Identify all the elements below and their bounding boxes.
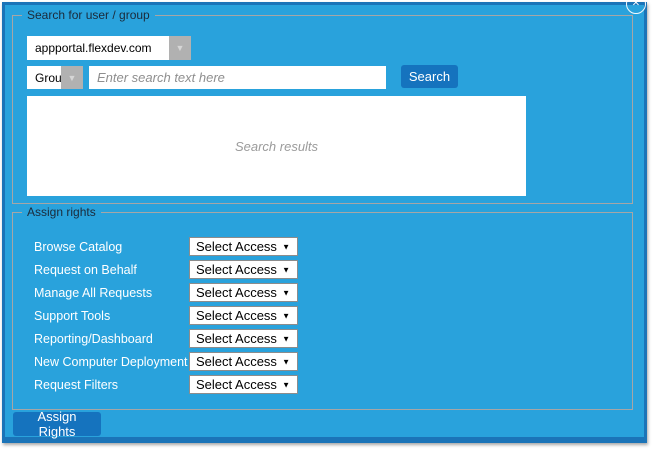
dropdown-arrow-icon: ▼ [282,311,290,320]
search-type-combo-value: Group [27,66,61,89]
rights-row: Browse Catalog Select Access ▼ [13,237,632,256]
chevron-down-icon[interactable]: ▼ [61,66,83,89]
search-group-legend: Search for user / group [22,8,155,22]
access-select-value: Select Access [190,262,277,277]
assign-rights-section: Assign rights Browse Catalog Select Acce… [12,212,633,410]
search-user-group-section: Search for user / group appportal.flexde… [12,15,633,204]
close-button[interactable]: ✕ [626,0,646,14]
access-select-value: Select Access [190,308,277,323]
search-button[interactable]: Search [401,65,458,88]
access-select[interactable]: Select Access ▼ [189,352,298,371]
dropdown-arrow-icon: ▼ [282,380,290,389]
rights-row-label: New Computer Deployment [34,355,188,369]
access-select[interactable]: Select Access ▼ [189,260,298,279]
domain-combo-value: appportal.flexdev.com [27,36,169,60]
rights-row: Reporting/Dashboard Select Access ▼ [13,329,632,348]
access-select[interactable]: Select Access ▼ [189,237,298,256]
search-type-combo[interactable]: Group ▼ [27,66,83,89]
rights-row-label: Support Tools [34,309,110,323]
search-results-panel[interactable]: Search results [27,96,526,196]
dropdown-arrow-icon: ▼ [282,265,290,274]
rights-row: New Computer Deployment Select Access ▼ [13,352,632,371]
access-select-value: Select Access [190,331,277,346]
access-select[interactable]: Select Access ▼ [189,283,298,302]
access-select[interactable]: Select Access ▼ [189,306,298,325]
access-select-value: Select Access [190,354,277,369]
search-input[interactable] [89,66,386,89]
rights-group-legend: Assign rights [22,205,101,219]
rights-row-label: Manage All Requests [34,286,152,300]
search-results-placeholder: Search results [235,139,318,154]
rights-row-label: Request on Behalf [34,263,137,277]
access-select-value: Select Access [190,377,277,392]
assign-rights-button[interactable]: Assign Rights [13,412,101,436]
rights-row-label: Browse Catalog [34,240,122,254]
dropdown-arrow-icon: ▼ [282,288,290,297]
chevron-down-icon[interactable]: ▼ [169,36,191,60]
dropdown-arrow-icon: ▼ [282,357,290,366]
access-select-value: Select Access [190,285,277,300]
access-select[interactable]: Select Access ▼ [189,329,298,348]
access-select[interactable]: Select Access ▼ [189,375,298,394]
page: ✕ Search for user / group appportal.flex… [0,0,655,449]
rights-row-label: Request Filters [34,378,118,392]
rights-row: Support Tools Select Access ▼ [13,306,632,325]
assign-rights-dialog: ✕ Search for user / group appportal.flex… [2,2,647,443]
rights-row: Manage All Requests Select Access ▼ [13,283,632,302]
domain-combo[interactable]: appportal.flexdev.com ▼ [27,36,191,60]
dropdown-arrow-icon: ▼ [282,242,290,251]
rights-row-label: Reporting/Dashboard [34,332,153,346]
access-select-value: Select Access [190,239,277,254]
dropdown-arrow-icon: ▼ [282,334,290,343]
rights-row: Request Filters Select Access ▼ [13,375,632,394]
rights-row: Request on Behalf Select Access ▼ [13,260,632,279]
close-icon: ✕ [632,0,640,9]
